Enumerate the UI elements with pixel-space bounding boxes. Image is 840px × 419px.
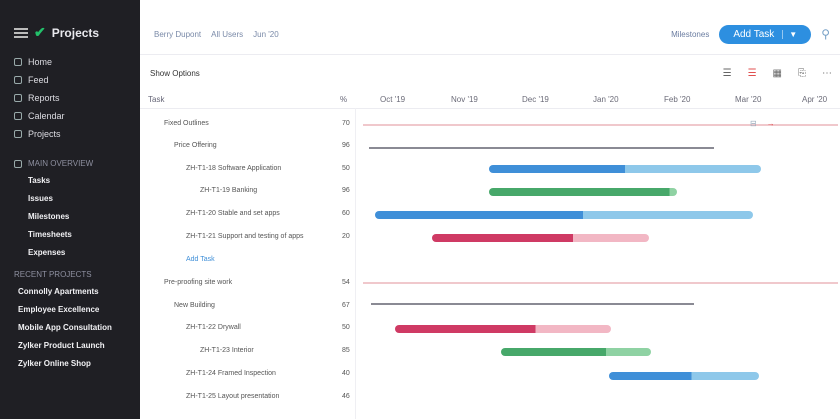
task-bar[interactable] xyxy=(375,211,753,219)
sidebar-item-expenses[interactable]: Expenses xyxy=(0,244,140,262)
task-row[interactable]: ZH-T1-21 Support and testing of apps 20 xyxy=(140,227,355,249)
sidebar: ✔ Projects Home Feed Reports Calendar Pr… xyxy=(0,0,140,419)
menu-icon[interactable] xyxy=(14,27,28,38)
overview-section-title: MAIN OVERVIEW xyxy=(0,151,140,172)
sidebar-item-feed[interactable]: Feed xyxy=(0,71,140,89)
sidebar-item-calendar[interactable]: Calendar xyxy=(0,107,140,125)
recent-section-title: RECENT PROJECTS xyxy=(14,270,92,279)
zoom-icon[interactable]: ⊟ xyxy=(750,119,757,128)
list-view-icon[interactable]: ☰ xyxy=(723,68,732,79)
recent-project-item[interactable]: Zylker Product Launch xyxy=(0,337,140,355)
feed-icon xyxy=(14,76,22,84)
calendar-icon xyxy=(14,112,22,120)
task-row[interactable]: ZH-T1-20 Stable and set apps 60 xyxy=(140,204,355,226)
date-filter[interactable]: Jun '20 xyxy=(253,30,279,39)
task-bar[interactable] xyxy=(609,372,759,380)
user-filter[interactable]: Berry Dupont xyxy=(154,30,201,39)
month-label: Oct '19 xyxy=(380,95,406,104)
task-row[interactable]: ZH-T1-25 Layout presentation 46 xyxy=(140,387,355,409)
checkmark-logo-icon: ✔ xyxy=(34,24,46,40)
export-icon[interactable]: ⎘ xyxy=(798,68,806,79)
gantt-view-icon[interactable]: ☰ xyxy=(748,68,757,79)
month-label: Nov '19 xyxy=(451,95,478,104)
overview-icon xyxy=(14,159,22,168)
filter-icon[interactable]: ⚲ xyxy=(821,27,830,41)
sidebar-item-timesheets[interactable]: Timesheets xyxy=(0,226,140,244)
recent-project-item[interactable]: Employee Excellence xyxy=(0,301,140,319)
sidebar-nav: Home Feed Reports Calendar Projects xyxy=(0,53,140,143)
project-timeline[interactable] xyxy=(363,282,838,284)
task-row[interactable]: ZH-T1-22 Drywall 50 xyxy=(140,318,355,340)
percent-column-header: % xyxy=(340,95,348,104)
filter-breadcrumbs: Berry Dupont All Users Jun '20 xyxy=(154,30,279,39)
users-filter[interactable]: All Users xyxy=(211,30,243,39)
task-row[interactable]: New Building 67 xyxy=(140,296,355,318)
milestones-dropdown[interactable]: Milestones xyxy=(671,30,709,39)
view-toolbar: Show Options ☰ ☰ ▦ ⎘ ⋯ xyxy=(140,62,840,84)
task-bar[interactable] xyxy=(501,348,651,356)
recent-project-item[interactable]: Connolly Apartments xyxy=(0,283,140,301)
app-title: Projects xyxy=(51,25,100,40)
month-label: Dec '19 xyxy=(522,95,549,104)
gantt-chart: ⊟ → xyxy=(355,108,840,419)
sidebar-item-milestones[interactable]: Milestones xyxy=(0,208,140,226)
task-bar[interactable] xyxy=(395,325,611,333)
projects-icon xyxy=(14,130,22,138)
group-timeline[interactable] xyxy=(369,147,714,149)
timeline-controls: ⊟ → xyxy=(750,119,775,128)
top-bar: Berry Dupont All Users Jun '20 Milestone… xyxy=(140,14,840,55)
show-options-dropdown[interactable]: Show Options xyxy=(150,69,200,78)
group-timeline[interactable] xyxy=(371,303,694,305)
task-row[interactable]: Fixed Outlines 70 xyxy=(140,114,355,136)
month-label: Jan '20 xyxy=(593,95,619,104)
reports-icon xyxy=(14,94,22,102)
sidebar-item-projects[interactable]: Projects xyxy=(0,125,140,143)
task-row[interactable]: ZH-T1-19 Banking 96 xyxy=(140,181,355,203)
sidebar-item-home[interactable]: Home xyxy=(0,53,140,71)
task-bar[interactable] xyxy=(432,234,649,242)
month-label: Mar '20 xyxy=(735,95,762,104)
recent-project-item[interactable]: Zylker Online Shop xyxy=(0,355,140,373)
task-row[interactable]: Price Offering 96 xyxy=(140,136,355,158)
task-bar[interactable] xyxy=(489,188,677,196)
chevron-down-icon[interactable]: ▼ xyxy=(782,29,797,39)
gantt-header: Task % Oct '19 Nov '19 Dec '19 Jan '20 F… xyxy=(140,90,840,109)
month-label: Feb '20 xyxy=(664,95,691,104)
month-label: Apr '20 xyxy=(802,95,828,104)
home-icon xyxy=(14,58,22,66)
more-icon[interactable]: ⋯ xyxy=(822,68,832,79)
task-row[interactable]: ZH-T1-18 Software Application 50 xyxy=(140,159,355,181)
sidebar-item-issues[interactable]: Issues xyxy=(0,190,140,208)
add-task-link[interactable]: Add Task xyxy=(140,250,355,272)
add-task-button[interactable]: Add Task ▼ xyxy=(719,24,812,44)
task-column-header[interactable]: Task xyxy=(148,95,164,104)
task-row[interactable]: ZH-T1-24 Framed Inspection 40 xyxy=(140,364,355,386)
task-row[interactable]: ZH-T1-23 Interior 85 xyxy=(140,341,355,363)
task-row[interactable]: Pre-proofing site work 54 xyxy=(140,273,355,295)
brand[interactable]: ✔ Projects xyxy=(0,0,140,53)
grid-view-icon[interactable]: ▦ xyxy=(773,68,782,79)
task-bar[interactable] xyxy=(489,165,761,173)
sidebar-item-reports[interactable]: Reports xyxy=(0,89,140,107)
sidebar-item-tasks[interactable]: Tasks xyxy=(0,172,140,190)
recent-project-item[interactable]: Mobile App Consultation xyxy=(0,319,140,337)
arrow-right-icon[interactable]: → xyxy=(767,119,775,128)
